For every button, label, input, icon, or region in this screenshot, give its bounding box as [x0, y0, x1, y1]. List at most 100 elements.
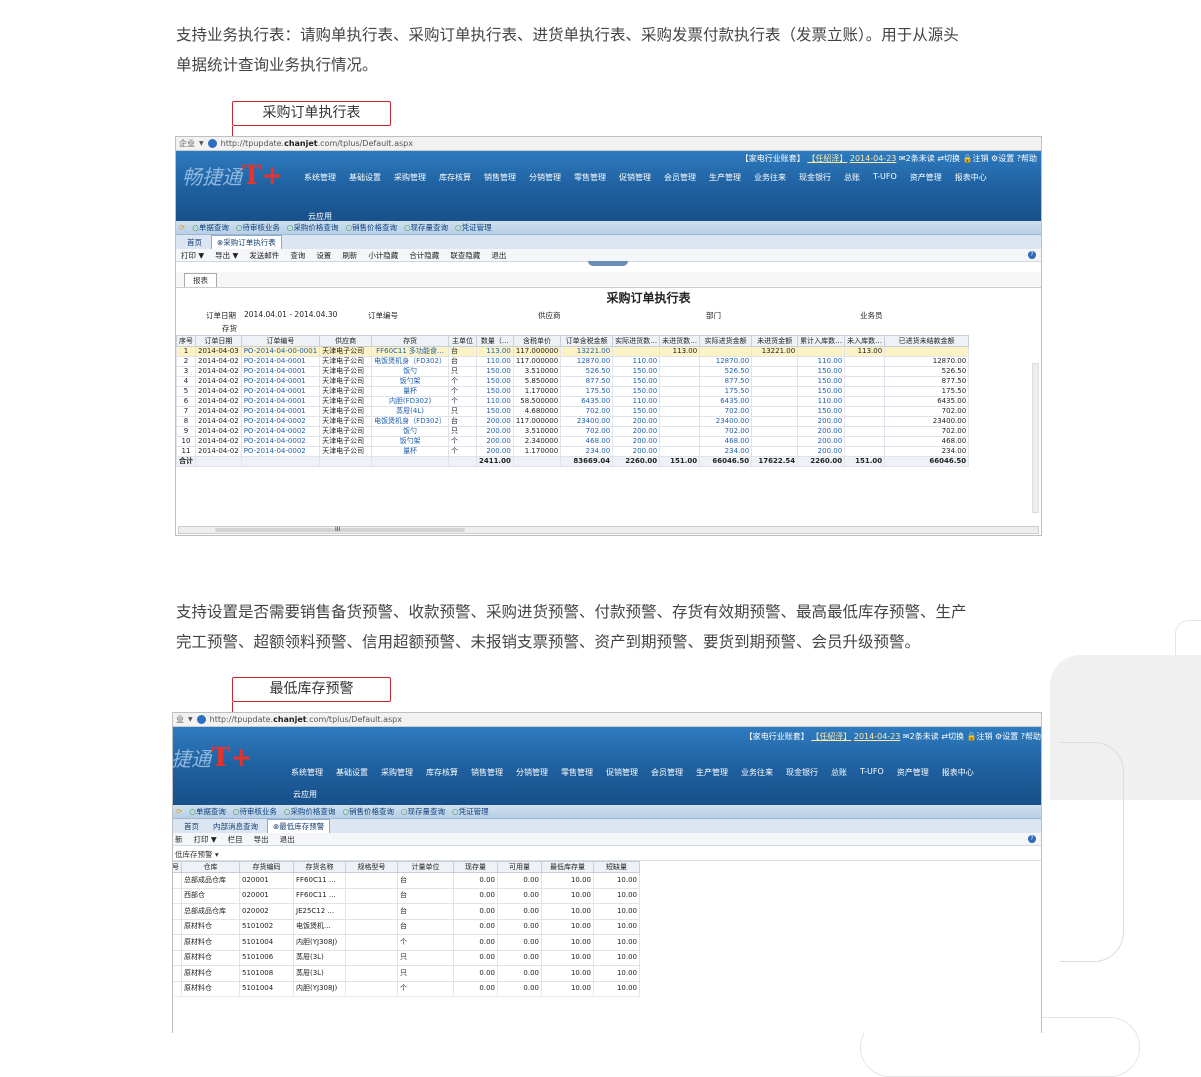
column-header[interactable]: 未进货金额 [751, 335, 799, 347]
column-header[interactable]: 累计入库数… [797, 335, 846, 347]
toolbar-button[interactable]: 新 [175, 834, 183, 845]
table-row[interactable]: 西部仓 020001 FF60C11 ... 台 0.00 0.00 10.00 10.00 [173, 887, 640, 904]
table-row[interactable]: 1 2014-04-03 PO-2014-04-00-0001 天津电子公司 FF60C… [176, 346, 970, 357]
vertical-scrollbar[interactable] [1032, 363, 1039, 513]
column-header[interactable]: 订单日期 [195, 335, 242, 347]
menu-item[interactable]: 报表中心 [942, 767, 974, 778]
collapse-toggle[interactable] [588, 261, 628, 266]
menu-item[interactable]: 库存核算 [426, 767, 458, 778]
toolbar-button[interactable]: 联查隐藏 [450, 250, 480, 261]
column-header[interactable]: 供应商 [319, 335, 373, 347]
menu-item[interactable]: 业务往来 [754, 172, 786, 183]
date-link[interactable]: 2014-04-23 [850, 154, 897, 163]
settings-link[interactable]: 设置 [998, 154, 1014, 163]
warning-dropdown[interactable]: 低库存预警 ▾ [173, 846, 1041, 861]
toolbar-button[interactable]: 合计隐藏 [409, 250, 439, 261]
quick-link[interactable]: ○采购价格查询 [287, 222, 339, 233]
account-link[interactable]: 【家电行业账套】 [741, 154, 805, 163]
menu-item[interactable]: 系统管理 [304, 172, 336, 183]
table-row[interactable]: 8 2014-04-02 PO-2014-04-0002 天津电子公司 电饭煲机身（FD… [176, 416, 970, 427]
table-row[interactable]: 原材料仓 5101002 电饭煲机... 台 0.00 0.00 10.00 10.00 [173, 918, 640, 935]
logout-link[interactable]: 注销 [976, 732, 992, 741]
menu-item[interactable]: 系统管理 [291, 767, 323, 778]
quick-link[interactable]: ○销售价格查询 [342, 806, 394, 817]
menu-item[interactable]: 资产管理 [910, 172, 942, 183]
menu-item[interactable]: 促销管理 [619, 172, 651, 183]
refresh-icon[interactable]: ⟳ [176, 807, 182, 816]
menu-item[interactable]: 分销管理 [529, 172, 561, 183]
menu-item[interactable]: 现金银行 [799, 172, 831, 183]
menu-item[interactable]: 会员管理 [664, 172, 696, 183]
tab-home[interactable]: 首页 [179, 820, 204, 833]
table-row[interactable]: 总部成品仓库 020002 JE25C12 ... 台 0.00 0.00 10.00 10.… [173, 903, 640, 920]
tab-min-stock-warning[interactable]: ⊗最低库存预警 [267, 819, 331, 833]
menu-item[interactable]: T-UFO [873, 172, 897, 183]
column-header[interactable]: 订单编号 [240, 335, 321, 347]
menu-item[interactable]: 资产管理 [897, 767, 929, 778]
scrollbar-thumb[interactable]: III [215, 526, 465, 533]
quick-link[interactable]: ○现存量查询 [401, 806, 445, 817]
quick-link[interactable]: ○单据查询 [192, 222, 229, 233]
help-link[interactable]: 帮助 [1021, 154, 1037, 163]
table-row[interactable]: 原材料仓 5101006 蒸屉(3L) 只 0.00 0.00 10.00 10.00 [173, 949, 640, 966]
quick-link[interactable]: ○单据查询 [189, 806, 226, 817]
menu-item-cloud[interactable]: 云应用 [308, 211, 332, 222]
column-header[interactable]: 号 [173, 861, 182, 873]
table-row[interactable]: 9 2014-04-02 PO-2014-04-0002 天津电子公司 饭勺只 200.0… [176, 426, 970, 437]
quick-link[interactable]: ○待审核业务 [233, 806, 277, 817]
table-row[interactable]: 7 2014-04-02 PO-2014-04-0001 天津电子公司 蒸屉(4L) 只 1… [176, 406, 970, 417]
menu-item-cloud[interactable]: 云应用 [293, 789, 317, 800]
menu-item[interactable]: 采购管理 [381, 767, 413, 778]
address-prefix[interactable]: 业 [176, 714, 184, 725]
menu-item[interactable]: 销售管理 [471, 767, 503, 778]
menu-item[interactable]: 总账 [831, 767, 847, 778]
toolbar-button[interactable]: 导出 ▼ [215, 250, 238, 261]
menu-item[interactable]: 会员管理 [651, 767, 683, 778]
logout-link[interactable]: 注销 [972, 154, 988, 163]
menu-item[interactable]: 促销管理 [606, 767, 638, 778]
column-header[interactable]: 规格型号 [345, 861, 398, 873]
column-header[interactable]: 计量单位 [397, 861, 454, 873]
menu-item[interactable]: 采购管理 [394, 172, 426, 183]
address-prefix[interactable]: 企业 [179, 138, 195, 149]
menu-item[interactable]: 库存核算 [439, 172, 471, 183]
user-link[interactable]: 【任紹泽】 [807, 154, 847, 163]
date-link[interactable]: 2014-04-23 [854, 732, 901, 741]
account-link[interactable]: 【家电行业账套】 [745, 732, 809, 741]
table-row[interactable]: 原材料仓 5101004 内胆(YJ308J) 个 0.00 0.00 10.00 10.00 [173, 934, 640, 951]
address-url[interactable]: http://tpupdate.chanjet.com/tplus/Defaul… [221, 139, 413, 148]
table-row[interactable]: 10 2014-04-02 PO-2014-04-0002 天津电子公司 饭勺架个 200… [176, 436, 970, 447]
toolbar-button[interactable]: 导出 [254, 834, 269, 845]
quick-link[interactable]: ○凭证管理 [455, 222, 492, 233]
menu-item[interactable]: 销售管理 [484, 172, 516, 183]
table-row[interactable]: 总部成品仓库 020001 FF60C11 ... 台 0.00 0.00 10.00 10.… [173, 872, 640, 889]
column-header[interactable]: 含税单价 [512, 335, 562, 347]
quick-link[interactable]: ○销售价格查询 [345, 222, 397, 233]
toolbar-button[interactable]: 发送邮件 [249, 250, 279, 261]
toolbar-button[interactable]: 刷新 [342, 250, 357, 261]
address-url[interactable]: http://tpupdate.chanjet.com/tplus/Defaul… [210, 715, 402, 724]
toolbar-button[interactable]: 退出 [280, 834, 295, 845]
table-row[interactable]: 11 2014-04-02 PO-2014-04-0002 天津电子公司 量杯个 200.… [176, 446, 970, 457]
menu-item[interactable]: 业务往来 [741, 767, 773, 778]
table-row[interactable]: 5 2014-04-02 PO-2014-04-0001 天津电子公司 量杯个 150.0… [176, 386, 970, 397]
menu-item[interactable]: 分销管理 [516, 767, 548, 778]
toolbar-button[interactable]: 设置 [316, 250, 331, 261]
quick-link[interactable]: ○凭证管理 [452, 806, 489, 817]
column-header[interactable]: 实际进货数… [612, 335, 661, 347]
column-header[interactable]: 未入库数… [844, 335, 886, 347]
column-header[interactable]: 数量（… [475, 335, 514, 347]
menu-item[interactable]: 零售管理 [574, 172, 606, 183]
menu-item[interactable]: T-UFO [860, 767, 884, 778]
switch-link[interactable]: 切换 [948, 732, 964, 741]
quick-link[interactable]: ○待审核业务 [236, 222, 280, 233]
table-row[interactable]: 4 2014-04-02 PO-2014-04-0001 天津电子公司 饭勺架个 150.… [176, 376, 970, 387]
tab-home[interactable]: 首页 [182, 236, 207, 249]
help-icon[interactable]: ? [1028, 251, 1036, 259]
column-header[interactable]: 短缺量 [593, 861, 640, 873]
toolbar-button[interactable]: 查询 [290, 250, 305, 261]
help-icon[interactable]: ? [1028, 835, 1036, 843]
refresh-icon[interactable]: ⟳ [179, 223, 185, 232]
column-header[interactable]: 实际进货金额 [699, 335, 753, 347]
tab-report[interactable]: 报表 [184, 273, 217, 287]
